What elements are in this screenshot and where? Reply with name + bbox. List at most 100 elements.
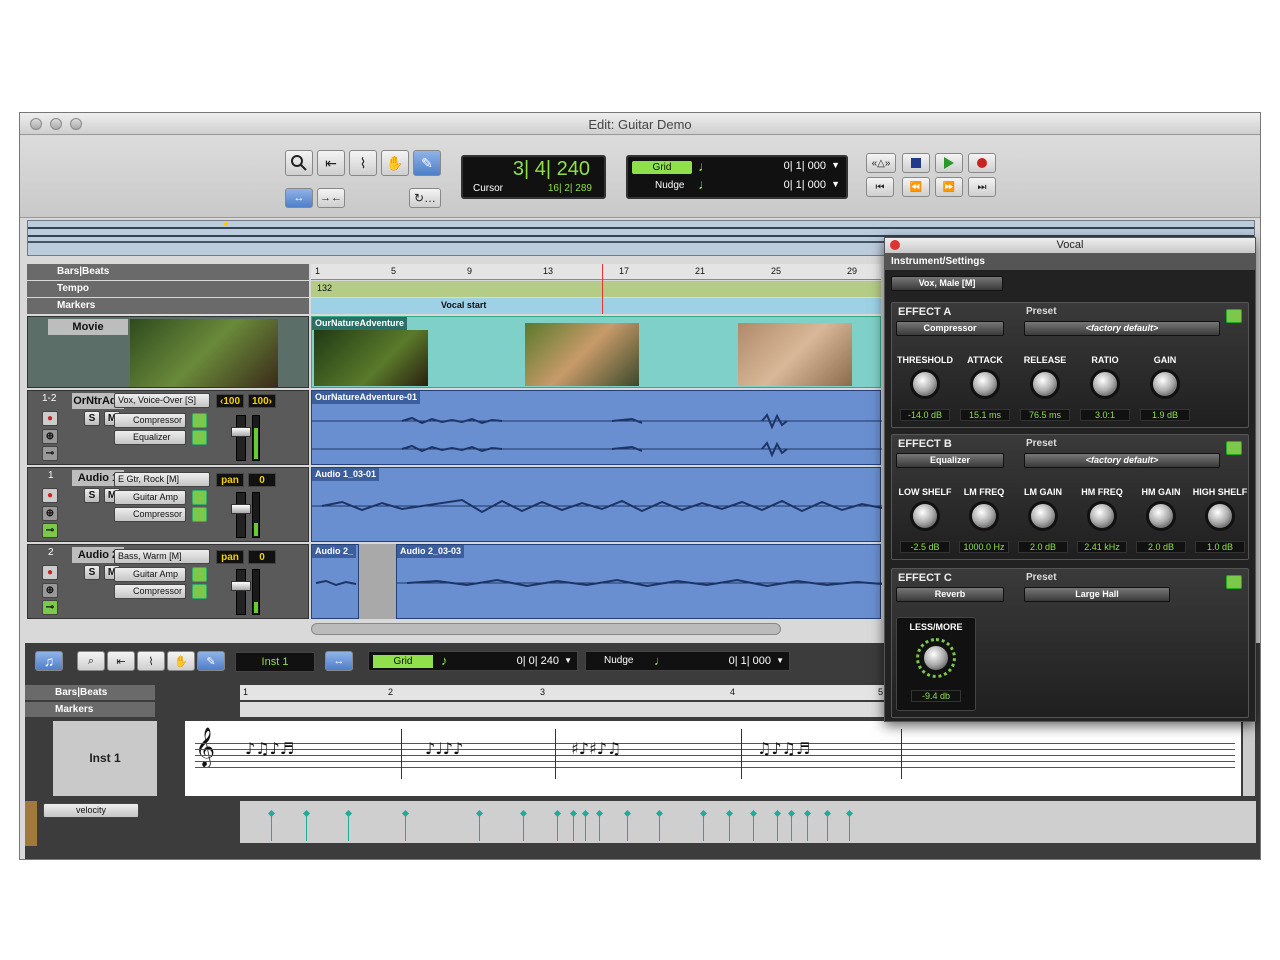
nudge-value[interactable]: 0| 1| 000 — [784, 179, 826, 191]
insert-active-toggle[interactable] — [192, 413, 207, 428]
insert-active-toggle[interactable] — [192, 490, 207, 505]
fader-cap[interactable] — [231, 581, 251, 591]
effect-b-preset-select[interactable]: <factory default> — [1024, 453, 1220, 468]
velocity-stem[interactable] — [519, 809, 528, 841]
midi-grabber-tool[interactable]: ✋ — [167, 651, 195, 671]
bars-beats-ruler[interactable]: 1 5 9 13 17 21 25 29 — [311, 264, 881, 280]
midi-grid-button[interactable]: Grid — [373, 655, 433, 668]
pan-value[interactable]: 0 — [248, 473, 276, 487]
movie-track-header[interactable]: Movie — [27, 316, 309, 388]
velocity-stem[interactable] — [401, 809, 410, 841]
audio2-clip-a[interactable]: Audio 2_ — [311, 544, 359, 619]
effect-b-type-select[interactable]: Equalizer — [896, 453, 1004, 468]
solo-button[interactable]: S — [84, 565, 100, 580]
automation-button[interactable]: ⊸ — [42, 446, 58, 461]
parameter-knob[interactable] — [970, 369, 1000, 399]
insert-slot[interactable]: Guitar Amp — [114, 567, 186, 582]
insert-slot[interactable]: Compressor — [114, 507, 186, 522]
grabber-tool-button[interactable]: ✋ — [381, 150, 409, 176]
horizontal-scrollbar[interactable] — [311, 623, 781, 635]
velocity-stem[interactable] — [553, 809, 562, 841]
velocity-stem[interactable] — [749, 809, 758, 841]
solo-button[interactable]: S — [84, 488, 100, 503]
parameter-knob[interactable] — [1090, 369, 1120, 399]
parameter-knob[interactable] — [1087, 501, 1117, 531]
pan-left[interactable]: ‹100 — [216, 394, 244, 408]
movie-clip[interactable]: OurNatureAdventure — [311, 316, 881, 388]
midi-zoom-tool[interactable]: ⌕ — [77, 651, 105, 671]
record-arm-button[interactable]: ● — [42, 565, 58, 580]
trim-tool-button[interactable]: ⇤ — [317, 150, 345, 176]
input-monitor-button[interactable]: ⊕ — [42, 506, 58, 521]
velocity-stem[interactable] — [803, 809, 812, 841]
effect-c-type-select[interactable]: Reverb — [896, 587, 1004, 602]
loop-mode-button[interactable]: ↻… — [409, 188, 441, 208]
effect-a-power-toggle[interactable] — [1226, 309, 1242, 323]
insert-active-toggle[interactable] — [192, 430, 207, 445]
stop-button[interactable] — [902, 153, 930, 173]
main-counter[interactable]: 3| 4| 240 Cursor 16| 2| 289 — [461, 155, 606, 199]
midi-track-selector[interactable]: Inst 1 — [235, 652, 315, 672]
midi-selector-tool[interactable]: ⌇ — [137, 651, 165, 671]
input-monitor-button[interactable]: ⊕ — [42, 583, 58, 598]
midi-trim-tool[interactable]: ⇤ — [107, 651, 135, 671]
insert-slot[interactable]: Compressor — [114, 584, 186, 599]
input-monitor-button[interactable]: ⊕ — [42, 429, 58, 444]
grid-dropdown-icon[interactable]: ▼ — [831, 160, 840, 170]
midi-nudge-value[interactable]: 0| 1| 000 — [729, 655, 771, 667]
velocity-stem[interactable] — [302, 809, 311, 841]
parameter-knob[interactable] — [910, 369, 940, 399]
insert-slot[interactable]: Guitar Amp — [114, 490, 186, 505]
effect-c-power-toggle[interactable] — [1226, 575, 1242, 589]
close-plugin-button[interactable] — [890, 240, 900, 250]
lessmore-knob[interactable] — [921, 643, 951, 673]
return-to-zero-button[interactable]: ⏮ — [866, 177, 894, 197]
tempo-ruler[interactable]: 132 — [311, 281, 881, 297]
volume-fader[interactable] — [236, 569, 246, 615]
velocity-stem[interactable] — [623, 809, 632, 841]
volume-fader[interactable] — [236, 415, 246, 461]
velocity-stem[interactable] — [344, 809, 353, 841]
volume-fader[interactable] — [236, 492, 246, 538]
velocity-stem[interactable] — [655, 809, 664, 841]
velocity-stem[interactable] — [787, 809, 796, 841]
effect-a-type-select[interactable]: Compressor — [896, 321, 1004, 336]
velocity-stem[interactable] — [725, 809, 734, 841]
pencil-tool-button[interactable]: ✎ — [413, 150, 441, 176]
parameter-knob[interactable] — [1030, 369, 1060, 399]
velocity-stem[interactable] — [845, 809, 854, 841]
dropdown-icon[interactable]: ▼ — [564, 656, 572, 665]
audio2-clip-b[interactable]: Audio 2_03-03 — [396, 544, 882, 619]
fader-cap[interactable] — [231, 504, 251, 514]
grid-value[interactable]: 0| 1| 000 — [784, 160, 826, 172]
zoom-tool-button[interactable] — [285, 150, 313, 176]
movie-track-name[interactable]: Movie — [48, 319, 128, 335]
midi-shuffle-button[interactable]: ↔ — [325, 651, 353, 671]
effect-b-power-toggle[interactable] — [1226, 441, 1242, 455]
fast-forward-button[interactable]: ⏩ — [935, 177, 963, 197]
slip-mode-button[interactable]: →← — [317, 188, 345, 208]
go-to-end-button[interactable]: ⏭ — [968, 177, 996, 197]
parameter-knob[interactable] — [1150, 369, 1180, 399]
rewind-button[interactable]: ⏪ — [902, 177, 930, 197]
midi-notes-button[interactable]: ♫ — [35, 651, 63, 671]
midi-pencil-tool[interactable]: ✎ — [197, 651, 225, 671]
fader-cap[interactable] — [231, 427, 251, 437]
effect-c-preset-select[interactable]: Large Hall — [1024, 587, 1170, 602]
plugin-preset-select[interactable]: Vox, Male [M] — [891, 276, 1003, 291]
parameter-knob[interactable] — [969, 501, 999, 531]
parameter-knob[interactable] — [1028, 501, 1058, 531]
track-preset-select[interactable]: Vox, Voice-Over [S] — [114, 393, 210, 408]
track-preset-select[interactable]: E Gtr, Rock [M] — [114, 472, 210, 487]
track-preset-select[interactable]: Bass, Warm [M] — [114, 549, 210, 564]
record-arm-button[interactable]: ● — [42, 411, 58, 426]
midi-grid-value[interactable]: 0| 0| 240 — [517, 655, 559, 667]
automation-button[interactable]: ⊸ — [42, 523, 58, 538]
solo-button[interactable]: S — [84, 411, 100, 426]
marker-vocal-start[interactable]: Vocal start — [441, 300, 486, 310]
velocity-stem[interactable] — [773, 809, 782, 841]
automation-button[interactable]: ⊸ — [42, 600, 58, 615]
velocity-lane-select[interactable]: velocity — [43, 803, 139, 818]
velocity-stem[interactable] — [823, 809, 832, 841]
insert-slot[interactable]: Compressor — [114, 413, 186, 428]
